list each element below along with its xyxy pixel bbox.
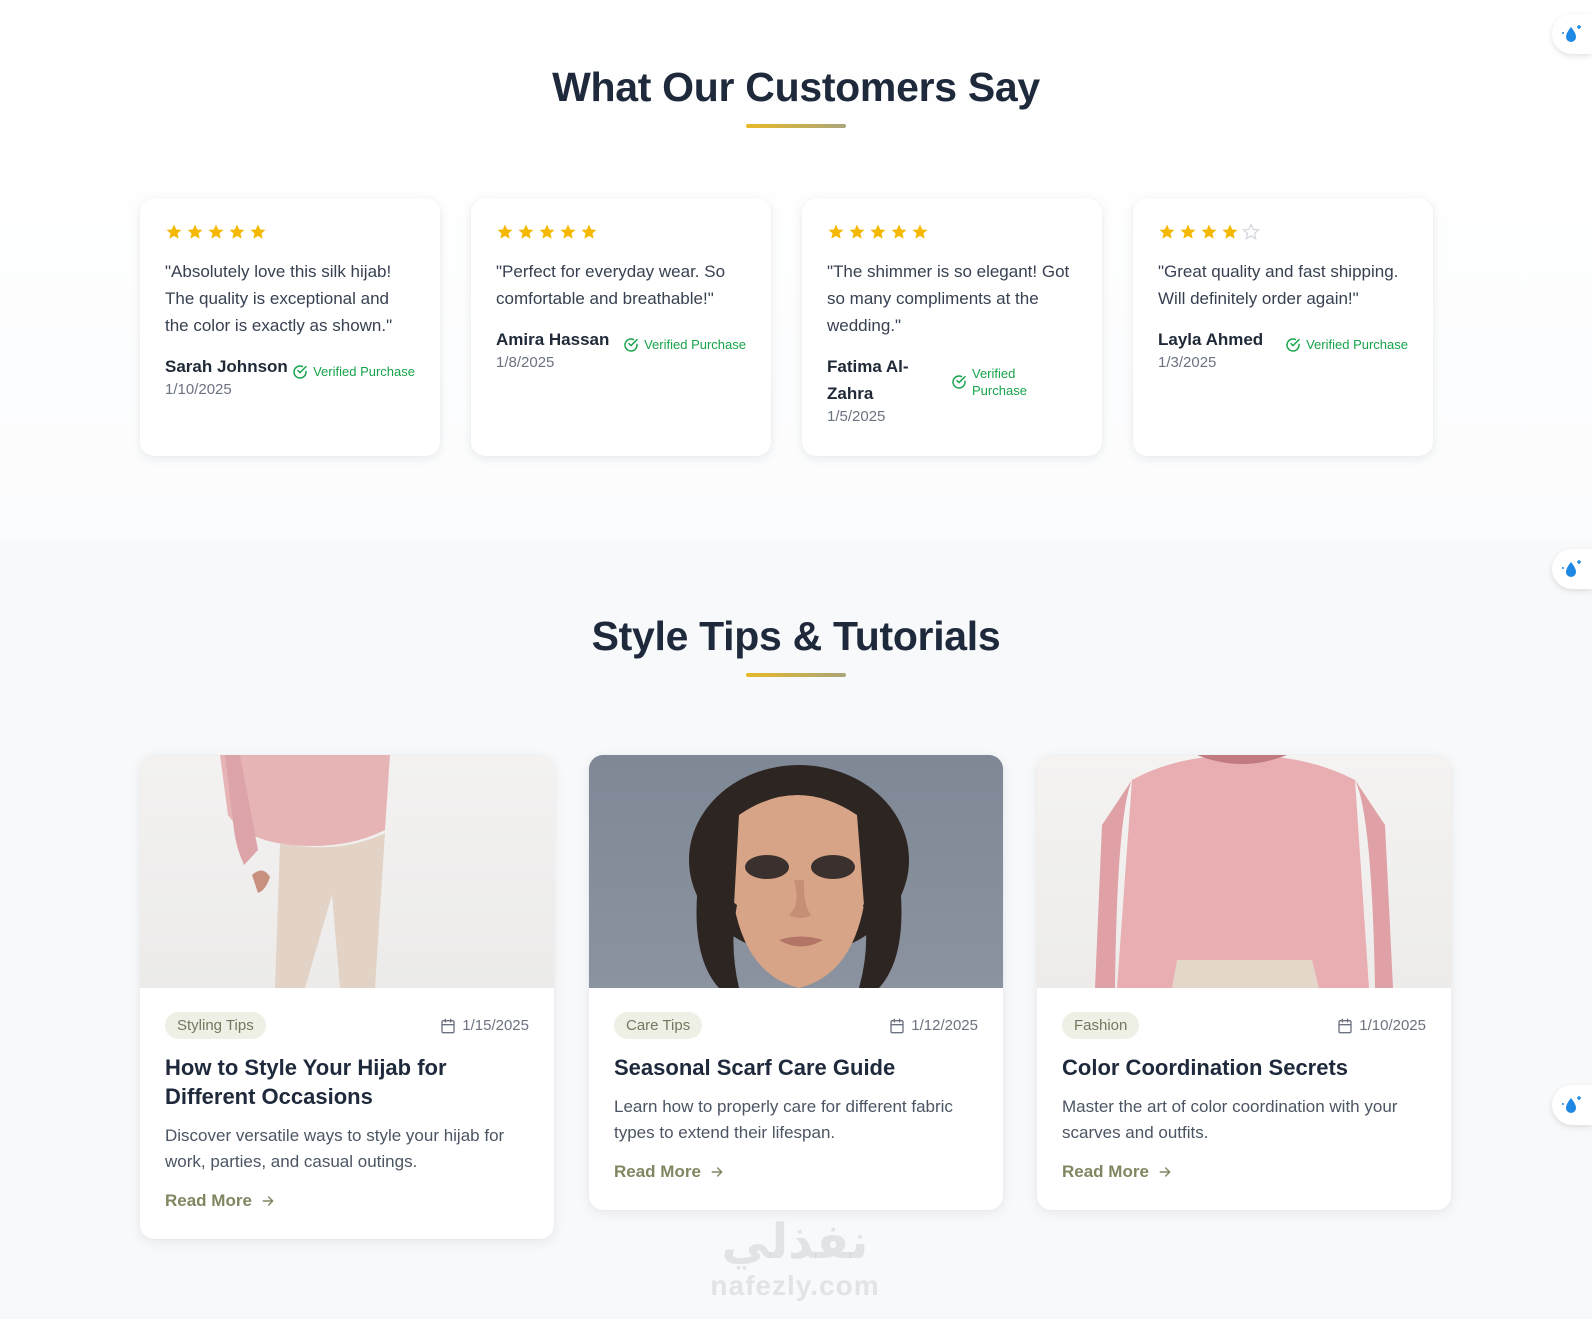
floating-droplet-button[interactable] <box>1552 14 1592 54</box>
post-date-text: 1/15/2025 <box>462 1017 529 1034</box>
check-circle-icon <box>293 364 307 379</box>
star-filled-icon <box>1180 224 1196 239</box>
star-filled-icon <box>870 224 886 239</box>
blog-image-pink-sweater[interactable] <box>1037 755 1451 988</box>
read-more-link[interactable]: Read More <box>614 1162 978 1182</box>
star-rating <box>496 222 746 242</box>
verified-label: Verified Purchase <box>972 366 1027 398</box>
post-title[interactable]: How to Style Your Hijab for Different Oc… <box>165 1053 529 1111</box>
review-quote: "Absolutely love this silk hijab! The qu… <box>165 262 393 335</box>
verified-badge: Verified Purchase <box>623 336 746 353</box>
blog-card[interactable]: Styling Tips 1/15/2025 How to Style Your… <box>140 755 554 1239</box>
star-filled-icon <box>166 224 182 239</box>
review-card: "Great quality and fast shipping. Will d… <box>1133 198 1433 456</box>
calendar-icon <box>890 1018 904 1033</box>
tips-title-underline <box>746 673 846 677</box>
review-quote: "Perfect for everyday wear. So comfortab… <box>496 262 726 308</box>
post-title[interactable]: Color Coordination Secrets <box>1062 1053 1426 1082</box>
post-title[interactable]: Seasonal Scarf Care Guide <box>614 1053 978 1082</box>
calendar-icon <box>1338 1018 1352 1033</box>
blog-card[interactable]: Fashion 1/10/2025 Color Coordination Sec… <box>1037 755 1451 1210</box>
post-excerpt: Discover versatile ways to style your hi… <box>165 1126 505 1171</box>
post-excerpt: Master the art of color coordination wit… <box>1062 1097 1398 1142</box>
post-date: 1/15/2025 <box>440 1017 529 1034</box>
blog-card[interactable]: Care Tips 1/12/2025 Seasonal Scarf Care … <box>589 755 1003 1210</box>
verified-label: Verified Purchase <box>1306 337 1408 352</box>
star-filled-icon <box>539 224 555 239</box>
star-filled-icon <box>208 224 224 239</box>
check-circle-icon <box>624 337 638 352</box>
read-more-label[interactable]: Read More <box>614 1162 701 1182</box>
floating-droplet-button[interactable] <box>1552 1085 1592 1125</box>
watermark: نفذلي nafezly.com <box>690 1215 900 1301</box>
star-rating <box>1158 222 1408 242</box>
review-quote: "Great quality and fast shipping. Will d… <box>1158 262 1399 308</box>
blog-image-pink-sweater-beige-pants[interactable] <box>140 755 554 988</box>
review-card: "Absolutely love this silk hijab! The qu… <box>140 198 440 456</box>
review-date: 1/8/2025 <box>496 354 555 371</box>
star-filled-icon <box>912 224 928 239</box>
star-empty-icon <box>1242 223 1260 240</box>
post-date-text: 1/10/2025 <box>1359 1017 1426 1034</box>
check-circle-icon <box>1286 337 1300 352</box>
reviewer-name: Layla Ahmed <box>1158 330 1264 349</box>
post-date-text: 1/12/2025 <box>911 1017 978 1034</box>
water-drop-sparkle-icon[interactable] <box>1560 557 1584 581</box>
check-circle-icon <box>952 375 966 389</box>
arrow-right-icon[interactable] <box>1157 1164 1173 1180</box>
arrow-right-icon[interactable] <box>260 1193 276 1209</box>
star-rating <box>827 222 1077 242</box>
reviews-title: What Our Customers Say <box>552 64 1040 110</box>
water-drop-sparkle-icon[interactable] <box>1560 1093 1584 1117</box>
star-filled-icon <box>518 224 534 239</box>
watermark-arabic: نفذلي <box>721 1216 869 1269</box>
verified-label: Verified Purchase <box>313 364 415 379</box>
post-excerpt: Learn how to properly care for different… <box>614 1097 953 1142</box>
water-drop-sparkle-icon[interactable] <box>1560 22 1584 46</box>
review-quote: "The shimmer is so elegant! Got so many … <box>827 262 1070 335</box>
star-filled-icon <box>891 224 907 239</box>
review-card: "The shimmer is so elegant! Got so many … <box>802 198 1102 456</box>
post-date: 1/12/2025 <box>889 1017 978 1034</box>
watermark-latin: nafezly.com <box>710 1270 880 1301</box>
star-filled-icon <box>1222 224 1238 239</box>
verified-badge: Verified Purchase <box>951 365 1051 399</box>
verified-label: Verified Purchase <box>644 337 746 352</box>
read-more-link[interactable]: Read More <box>165 1191 529 1211</box>
star-filled-icon <box>250 224 266 239</box>
calendar-icon <box>441 1018 455 1033</box>
blog-image-woman-portrait[interactable] <box>589 755 1003 988</box>
star-filled-icon <box>849 224 865 239</box>
star-filled-icon <box>497 224 513 239</box>
verified-badge: Verified Purchase <box>292 363 415 380</box>
category-badge: Styling Tips <box>165 1012 266 1039</box>
star-filled-icon <box>187 224 203 239</box>
read-more-link[interactable]: Read More <box>1062 1162 1426 1182</box>
reviewer-name: Amira Hassan <box>496 330 610 349</box>
star-rating <box>165 222 415 242</box>
reviews-title-underline <box>746 124 846 128</box>
category-badge: Fashion <box>1062 1012 1140 1039</box>
star-filled-icon <box>581 224 597 239</box>
star-filled-icon <box>229 224 245 239</box>
read-more-label[interactable]: Read More <box>1062 1162 1149 1182</box>
reviewer-name: Fatima Al-Zahra <box>827 357 909 403</box>
star-filled-icon <box>1159 224 1175 239</box>
review-card: "Perfect for everyday wear. So comfortab… <box>471 198 771 456</box>
tips-title: Style Tips & Tutorials <box>591 613 1001 659</box>
verified-badge: Verified Purchase <box>1285 336 1408 353</box>
star-filled-icon <box>560 224 576 239</box>
arrow-right-icon[interactable] <box>709 1164 725 1180</box>
floating-droplet-button[interactable] <box>1552 549 1592 589</box>
read-more-label[interactable]: Read More <box>165 1191 252 1211</box>
star-filled-icon <box>828 224 844 239</box>
star-filled-icon <box>1201 224 1217 239</box>
category-badge: Care Tips <box>614 1012 703 1039</box>
review-date: 1/10/2025 <box>165 381 232 398</box>
review-date: 1/5/2025 <box>827 408 886 425</box>
post-date: 1/10/2025 <box>1337 1017 1426 1034</box>
reviewer-name: Sarah Johnson <box>165 357 288 376</box>
review-date: 1/3/2025 <box>1158 354 1217 371</box>
